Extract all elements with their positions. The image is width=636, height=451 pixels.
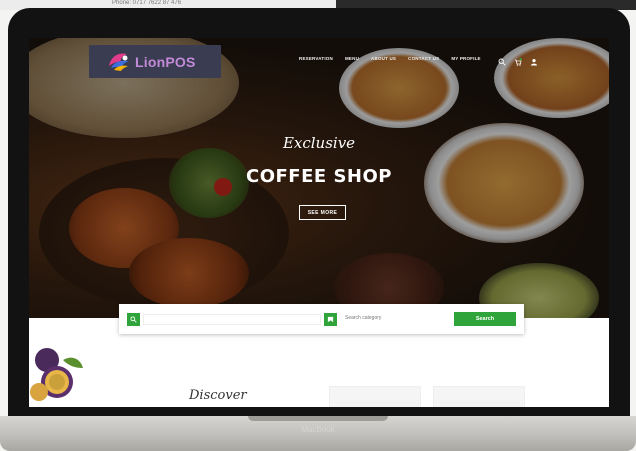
main-navigation: RESERVATION MENU ABOUT US CONTACT US MY … xyxy=(299,56,481,61)
cart-icon[interactable] xyxy=(514,53,522,66)
laptop-frame: LionPOS RESERVATION MENU ABOUT US CONTAC… xyxy=(8,8,630,422)
search-button[interactable]: Search xyxy=(454,312,516,326)
nav-item-my-profile[interactable]: MY PROFILE xyxy=(451,56,480,61)
discover-title: Discover xyxy=(189,388,247,403)
see-more-button[interactable]: SEE MORE xyxy=(299,205,346,220)
website-screen: LionPOS RESERVATION MENU ABOUT US CONTAC… xyxy=(29,38,609,412)
nav-item-contact-us[interactable]: CONTACT US xyxy=(408,56,439,61)
category-input[interactable]: Search category xyxy=(345,315,381,321)
lion-logo-icon xyxy=(105,50,133,74)
logo-text: LionPOS xyxy=(135,53,196,70)
screenshot-stage: Phone: 0717 7622 87 476 LionPOS RESERVAT… xyxy=(0,0,636,451)
hero-headline: COFFEE SHOP xyxy=(246,166,392,187)
laptop-hinge-notch xyxy=(248,416,388,421)
user-icon[interactable] xyxy=(530,53,538,66)
hero-script-title: Exclusive xyxy=(282,134,356,152)
search-icon[interactable] xyxy=(127,313,140,326)
search-icon[interactable] xyxy=(498,53,506,66)
nav-icons xyxy=(498,53,538,66)
nav-item-reservation[interactable]: RESERVATION xyxy=(299,56,333,61)
device-brand-label: MacBook xyxy=(301,425,335,434)
category-icon[interactable] xyxy=(324,313,337,326)
site-logo[interactable]: LionPOS xyxy=(89,45,221,78)
search-bar: Search category Search xyxy=(119,304,524,334)
hero-banner: LionPOS RESERVATION MENU ABOUT US CONTAC… xyxy=(29,38,609,318)
phone-number: Phone: 0717 7622 87 476 xyxy=(112,0,182,6)
nav-item-about-us[interactable]: ABOUT US xyxy=(371,56,396,61)
search-input[interactable] xyxy=(143,314,321,325)
nav-item-menu[interactable]: MENU xyxy=(345,56,359,61)
passion-fruit-image xyxy=(29,348,85,408)
